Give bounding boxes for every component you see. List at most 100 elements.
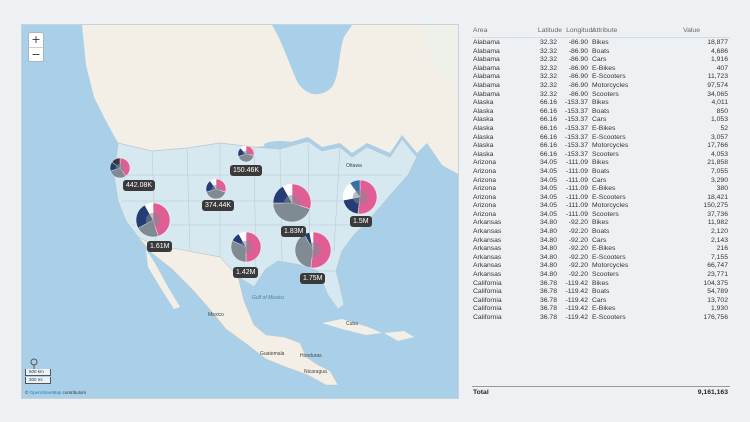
table-row[interactable]: Arkansas 34.80 -92.20 Bikes 11,982: [472, 219, 730, 228]
table-row[interactable]: California 36.78 -119.42 Cars 13,702: [472, 297, 730, 306]
scale-km: 500 km: [25, 369, 51, 376]
cell-attribute: Bikes: [592, 39, 609, 46]
header-attribute[interactable]: Attribute: [592, 24, 617, 38]
cell-latitude: 34.05: [539, 185, 557, 193]
cell-area: Arizona: [473, 202, 497, 210]
cell-longitude: -92.20: [568, 219, 588, 227]
cell-value: 4,011: [711, 99, 728, 107]
cell-attribute: Bikes: [592, 219, 609, 227]
cell-longitude: -92.20: [568, 236, 588, 244]
table-row[interactable]: Alabama 32.32 -86.90 Bikes 18,877: [472, 39, 730, 48]
cell-latitude: 32.32: [539, 64, 557, 72]
table-row[interactable]: California 36.78 -119.42 Bikes 104,375: [472, 280, 730, 289]
cell-attribute: Bikes: [592, 159, 609, 167]
cell-attribute: E-Scooters: [592, 133, 626, 141]
table-row[interactable]: Alaska 66.16 -153.37 Bikes 4,011: [472, 99, 730, 108]
cell-attribute: Boats: [592, 288, 610, 296]
pie-center: [239, 240, 253, 254]
cell-longitude: -153.37: [564, 150, 588, 158]
cell-longitude: -153.37: [564, 142, 588, 150]
table-row[interactable]: Alabama 32.32 -86.90 Boats 4,686: [472, 48, 730, 57]
cell-longitude: -86.90: [568, 81, 588, 89]
table-row[interactable]: Arizona 34.05 -111.09 Cars 3,290: [472, 177, 730, 186]
zoom-out-button[interactable]: −: [29, 47, 43, 61]
table-row[interactable]: Arkansas 34.80 -92.20 Scooters 23,771: [472, 271, 730, 280]
pie-center: [211, 184, 221, 194]
cell-value: 4,053: [710, 150, 728, 158]
table-row[interactable]: Arkansas 34.80 -92.20 E-Scooters 7,155: [472, 254, 730, 263]
table-row[interactable]: Alaska 66.16 -153.37 E-Scooters 3,057: [472, 134, 730, 143]
table-row[interactable]: Arizona 34.05 -111.09 Motorcycles 150,275: [472, 202, 730, 211]
cell-value: 52: [720, 124, 728, 132]
table-row[interactable]: Alabama 32.32 -86.90 Scooters 34,065: [472, 91, 730, 100]
cell-attribute: Scooters: [592, 150, 619, 158]
cell-attribute: E-Scooters: [592, 253, 626, 261]
zoom-control: + −: [28, 32, 44, 62]
cell-latitude: 34.05: [539, 193, 557, 201]
cell-latitude: 34.80: [539, 262, 557, 270]
cell-latitude: 66.16: [539, 142, 557, 150]
total-value: 9,161,163: [697, 389, 728, 396]
table-row[interactable]: Arkansas 34.80 -92.20 Cars 2,143: [472, 237, 730, 246]
pie-center: [145, 212, 161, 228]
cell-longitude: -111.09: [565, 210, 588, 218]
table-row[interactable]: Arizona 34.05 -111.09 Boats 7,055: [472, 168, 730, 177]
cell-value: 37,736: [707, 210, 728, 218]
cell-value: 2,120: [710, 228, 728, 236]
cell-area: California: [473, 288, 502, 296]
cell-latitude: 34.05: [539, 202, 557, 210]
table-row[interactable]: Alabama 32.32 -86.90 Motorcycles 97,574: [472, 82, 730, 91]
cell-attribute: Bikes: [592, 99, 609, 107]
table-row[interactable]: Arkansas 34.80 -92.20 Motorcycles 66,747: [472, 262, 730, 271]
table-row[interactable]: Arizona 34.05 -111.09 E-Scooters 18,421: [472, 194, 730, 203]
table-row[interactable]: Alabama 32.32 -86.90 E-Scooters 11,723: [472, 73, 730, 82]
cell-area: Alabama: [473, 64, 500, 72]
cell-value: 380: [716, 185, 728, 193]
table-row[interactable]: Alaska 66.16 -153.37 Boats 850: [472, 108, 730, 117]
header-latitude[interactable]: Latitude: [538, 24, 562, 38]
table-row[interactable]: Arizona 34.05 -111.09 Scooters 37,736: [472, 211, 730, 220]
cell-value: 7,155: [710, 253, 728, 261]
cell-latitude: 34.05: [539, 210, 557, 218]
map-visual[interactable]: + − 442.08K 150.46K 374.44K 1.83M 1.5M 1…: [21, 24, 459, 399]
bubble-label-illinois: 1.83M: [281, 226, 307, 237]
place-label-nicaragua: Nicaragua: [304, 369, 327, 375]
table-row[interactable]: Arkansas 34.80 -92.20 Boats 2,120: [472, 228, 730, 237]
zoom-in-button[interactable]: +: [29, 33, 43, 47]
cell-longitude: -92.20: [568, 245, 588, 253]
table-row[interactable]: Alaska 66.16 -153.37 E-Bikes 52: [472, 125, 730, 134]
cell-longitude: -111.09: [565, 167, 588, 175]
attribution-link[interactable]: OpenStreetMap: [30, 390, 62, 395]
table-row[interactable]: California 36.78 -119.42 E-Scooters 176,756: [472, 314, 730, 323]
table-row[interactable]: Arizona 34.05 -111.09 E-Bikes 380: [472, 185, 730, 194]
table-row[interactable]: California 36.78 -119.42 E-Bikes 1,930: [472, 305, 730, 314]
cell-value: 21,858: [707, 159, 728, 167]
pie-center: [305, 242, 321, 258]
table-row[interactable]: Alaska 66.16 -153.37 Motorcycles 17,766: [472, 142, 730, 151]
bubble-label-colorado: 374.44K: [202, 200, 235, 211]
cell-latitude: 66.16: [539, 150, 557, 158]
cell-value: 150,275: [703, 202, 728, 210]
cell-value: 11,982: [707, 219, 728, 227]
cell-longitude: -119.42: [565, 279, 588, 287]
bubble-label-georgia: 1.75M: [300, 273, 326, 284]
cell-area: Arkansas: [473, 253, 502, 261]
hispaniola: [384, 331, 414, 341]
table-row[interactable]: Alaska 66.16 -153.37 Cars 1,053: [472, 116, 730, 125]
header-value[interactable]: Value: [683, 24, 700, 38]
table-row[interactable]: California 36.78 -119.42 Boats 54,789: [472, 288, 730, 297]
cell-value: 104,375: [703, 279, 728, 287]
cell-value: 1,930: [710, 305, 728, 313]
pie-center: [115, 163, 125, 173]
cell-attribute: Motorcycles: [592, 202, 629, 210]
header-area[interactable]: Area: [473, 24, 487, 38]
cell-latitude: 34.05: [539, 159, 557, 167]
table-row[interactable]: Arkansas 34.80 -92.20 E-Bikes 216: [472, 245, 730, 254]
basemap: [82, 25, 458, 386]
table-row[interactable]: Alabama 32.32 -86.90 E-Bikes 407: [472, 65, 730, 74]
cell-latitude: 34.05: [539, 167, 557, 175]
pie-center: [242, 150, 250, 158]
table-row[interactable]: Alaska 66.16 -153.37 Scooters 4,053: [472, 151, 730, 160]
table-row[interactable]: Alabama 32.32 -86.90 Cars 1,916: [472, 56, 730, 65]
table-row[interactable]: Arizona 34.05 -111.09 Bikes 21,858: [472, 159, 730, 168]
